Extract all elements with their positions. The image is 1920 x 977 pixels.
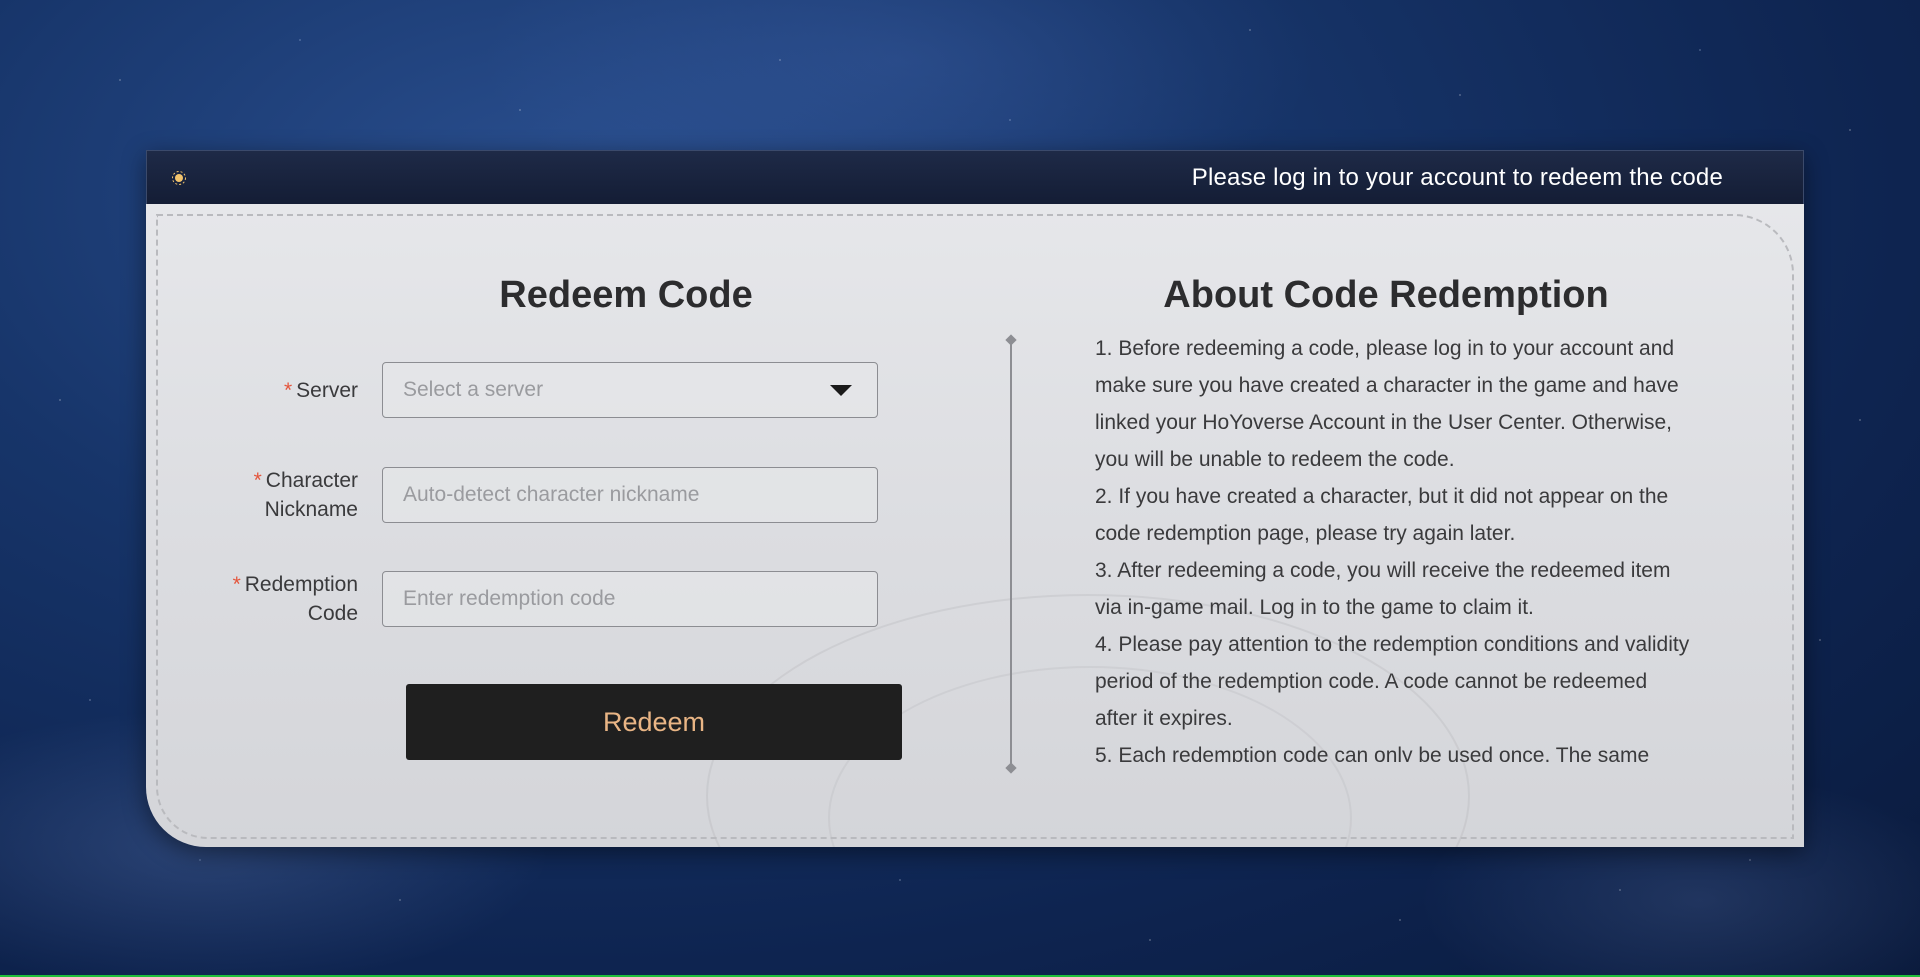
required-mark: * (253, 469, 262, 492)
about-item: 5. Each redemption code can only be used… (1095, 744, 1650, 762)
redemption-code-input[interactable]: Enter redemption code (382, 571, 878, 627)
about-item: 3. After redeeming a code, you will rece… (1095, 559, 1671, 619)
vertical-divider (1010, 344, 1012, 764)
required-mark: * (283, 378, 293, 402)
login-prompt-text[interactable]: Please log in to your account to redeem … (1192, 164, 1723, 192)
panel-body: Redeem Code * Server Select a server * Cha… (146, 204, 1804, 847)
code-label-line1: Redemption (244, 573, 358, 596)
nickname-field[interactable]: Auto-detect character nickname (382, 467, 878, 523)
about-item: 4. Please pay attention to the redemptio… (1095, 633, 1690, 730)
chevron-down-icon (830, 384, 852, 396)
code-row: * Redemption Code Enter redemption code (146, 570, 906, 628)
about-title: About Code Redemption (1163, 274, 1609, 316)
server-label: * Server (146, 376, 382, 405)
nickname-label-line2: Nickname (264, 498, 358, 521)
about-item: 1. Before redeeming a code, please log i… (1095, 337, 1679, 471)
redeem-button[interactable]: Redeem (406, 684, 902, 760)
server-label-text: Server (296, 378, 358, 402)
redeem-form: Redeem Code * Server Select a server * Cha… (146, 204, 1006, 847)
redeem-panel: Please log in to your account to redeem … (146, 150, 1804, 847)
required-mark: * (232, 573, 241, 596)
server-placeholder: Select a server (403, 378, 544, 401)
about-scroll-area[interactable]: 1. Before redeeming a code, please log i… (1095, 330, 1695, 762)
panel-header: Please log in to your account to redeem … (146, 150, 1804, 204)
server-select[interactable]: Select a server (382, 362, 878, 418)
nickname-placeholder: Auto-detect character nickname (403, 483, 700, 506)
server-row: * Server Select a server (146, 362, 906, 418)
code-label-line2: Code (307, 602, 358, 625)
nickname-label-line1: Character (265, 469, 358, 492)
sun-icon (171, 170, 187, 186)
redeem-title: Redeem Code (499, 274, 753, 316)
nickname-row: * Character Nickname Auto-detect characte… (146, 466, 906, 524)
about-item: 2. If you have created a character, but … (1095, 485, 1669, 545)
code-placeholder: Enter redemption code (403, 587, 616, 610)
code-label: * Redemption Code (146, 570, 382, 628)
nickname-label: * Character Nickname (146, 466, 382, 524)
